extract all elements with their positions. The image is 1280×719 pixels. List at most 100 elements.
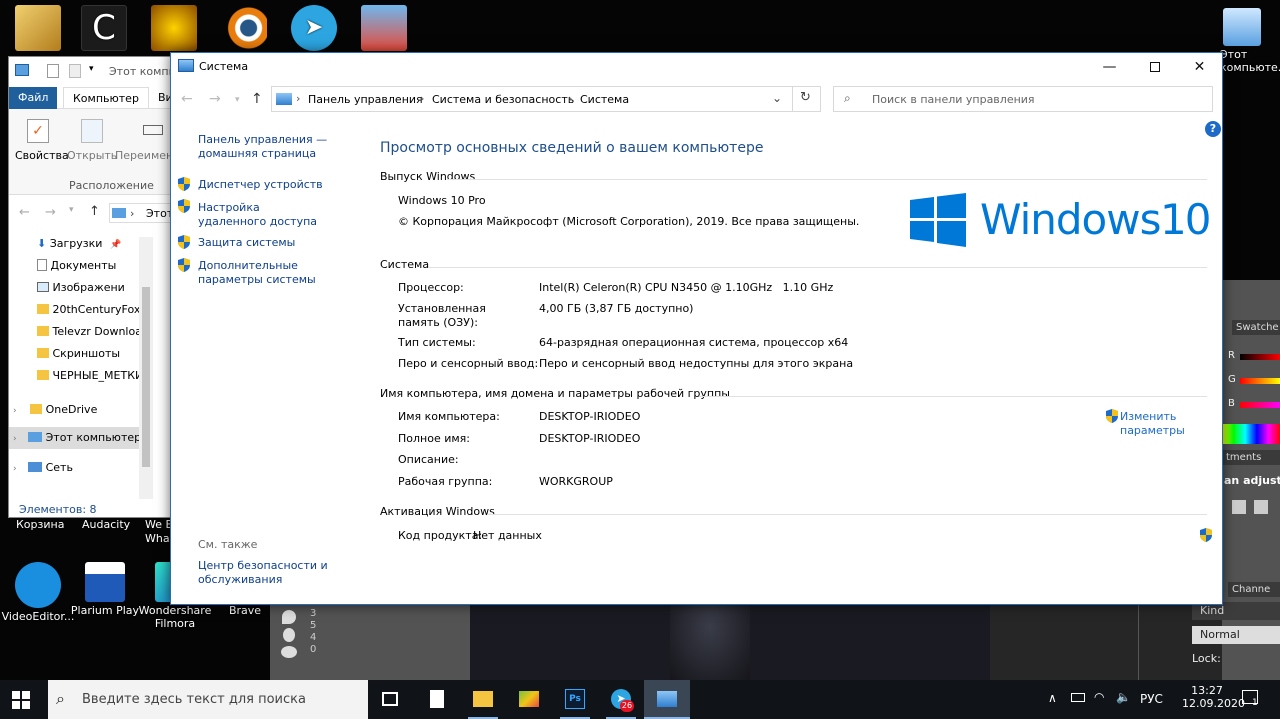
desktop-icon-fire[interactable] bbox=[136, 5, 212, 53]
system-window[interactable]: Система — ✕ ← → ▾ ↑ › Панель управления … bbox=[170, 52, 1223, 605]
device-manager-link[interactable]: Диспетчер устройств bbox=[198, 178, 338, 192]
g-slider[interactable] bbox=[1240, 378, 1280, 384]
tree-item-pictures[interactable]: Изображени bbox=[37, 277, 125, 299]
system-protection-link[interactable]: Защита системы bbox=[198, 236, 338, 250]
tab-file[interactable]: Файл bbox=[9, 87, 58, 109]
taskbar-photoshop[interactable]: Ps bbox=[552, 680, 598, 719]
tree-item-folder-3[interactable]: Скриншоты bbox=[37, 343, 120, 365]
shield-icon[interactable] bbox=[1200, 528, 1212, 542]
explorer-address[interactable]: › Этот bbox=[109, 203, 179, 223]
kind-label: Kind bbox=[1200, 604, 1225, 617]
minimize-button[interactable]: — bbox=[1087, 53, 1132, 81]
search-box[interactable]: ⌕ Поиск в панели управления bbox=[833, 86, 1213, 112]
taskbar: ⌕ Введите здесь текст для поиска Ps ➤ 26… bbox=[0, 680, 1280, 719]
scroll-thumb[interactable] bbox=[142, 287, 150, 467]
forward-arrow-icon[interactable]: → bbox=[45, 205, 56, 220]
tray-overflow-icon[interactable]: ∧ bbox=[1048, 691, 1057, 705]
control-panel-home-link[interactable]: Панель управления — домашняя страница bbox=[198, 133, 338, 161]
titlebar[interactable]: Система — ✕ bbox=[171, 53, 1222, 81]
paint-bucket-icon[interactable] bbox=[282, 610, 296, 624]
maximize-button[interactable] bbox=[1132, 53, 1177, 81]
taskbar-search-input[interactable]: Введите здесь текст для поиска bbox=[82, 692, 306, 707]
back-arrow-icon[interactable]: ← bbox=[19, 205, 30, 220]
change-settings-link[interactable]: Изменить параметры bbox=[1120, 410, 1190, 438]
refresh-icon[interactable]: ↻ bbox=[800, 90, 811, 105]
tree-item-network[interactable]: › Сеть bbox=[13, 457, 73, 479]
start-button[interactable] bbox=[12, 691, 30, 709]
up-arrow-icon[interactable]: ↑ bbox=[89, 204, 100, 219]
security-center-link[interactable]: Центр безопасности и обслуживания bbox=[198, 559, 328, 587]
explorer-window[interactable]: ▾ Этот компь Файл Компьютер Ви ✓ Свойств… bbox=[8, 56, 179, 518]
recent-dropdown-icon[interactable]: ▾ bbox=[69, 205, 74, 215]
desktop-icon-game[interactable] bbox=[0, 5, 76, 53]
tab-computer[interactable]: Компьютер bbox=[63, 87, 149, 109]
help-icon[interactable]: ? bbox=[1205, 121, 1221, 137]
taskbar-telegram[interactable]: ➤ 26 bbox=[598, 680, 644, 719]
taskbar-bluestacks[interactable] bbox=[506, 680, 552, 719]
language-indicator[interactable]: РУС bbox=[1140, 692, 1163, 706]
system-icon bbox=[657, 691, 677, 707]
desktop-icon-videoeditor[interactable]: VideoEditor... bbox=[0, 562, 76, 623]
tree-item-folder-1[interactable]: 20thCenturyFox bbox=[37, 299, 140, 321]
clock[interactable]: 13:27 12.09.2020 bbox=[1182, 684, 1245, 710]
breadcrumb-system[interactable]: Система bbox=[580, 93, 629, 106]
breadcrumb-security[interactable]: Система и безопасность bbox=[432, 93, 574, 106]
rename-button[interactable]: Переимен bbox=[115, 149, 173, 162]
section-divider bbox=[447, 179, 1207, 180]
audacity-label[interactable]: Audacity bbox=[82, 518, 130, 531]
tree-item-this-pc[interactable]: › Этот компьютер bbox=[9, 427, 149, 449]
new-folder-qa-icon[interactable] bbox=[69, 64, 81, 78]
recycle-bin-label[interactable]: Корзина bbox=[16, 518, 64, 531]
desktop-icon-avatar[interactable] bbox=[346, 5, 422, 53]
breadcrumb-control-panel[interactable]: Панель управления bbox=[308, 93, 423, 106]
advanced-settings-link[interactable]: Дополнительные параметры системы bbox=[198, 259, 358, 287]
desktop-icon-ccleaner[interactable]: C bbox=[66, 5, 142, 53]
section-divider bbox=[429, 267, 1207, 268]
channels-tab[interactable]: Channe bbox=[1228, 582, 1280, 597]
address-dropdown-icon[interactable]: ⌄ bbox=[772, 91, 782, 105]
tree-item-onedrive[interactable]: › OneDrive bbox=[13, 399, 97, 421]
search-input[interactable]: Поиск в панели управления bbox=[872, 93, 1035, 106]
swatches-tab[interactable]: Swatche bbox=[1232, 320, 1280, 335]
properties-button[interactable]: Свойства bbox=[15, 149, 69, 162]
b-slider[interactable] bbox=[1240, 402, 1280, 408]
taskbar-notepad[interactable] bbox=[414, 680, 460, 719]
remote-settings-link[interactable]: Настройка удаленного доступа bbox=[198, 201, 328, 229]
color-spectrum[interactable] bbox=[1222, 424, 1280, 444]
forward-button[interactable]: → bbox=[209, 91, 221, 107]
levels-icon[interactable] bbox=[1253, 500, 1268, 514]
desktop-icon-blender[interactable] bbox=[206, 5, 282, 53]
back-button[interactable]: ← bbox=[181, 91, 193, 107]
tree-item-folder-4[interactable]: ЧЕРНЫЕ_МЕТКИ bbox=[37, 365, 143, 387]
explorer-scrollbar[interactable] bbox=[139, 237, 153, 499]
search-icon: ⌕ bbox=[56, 689, 65, 708]
tree-item-documents[interactable]: Документы bbox=[37, 255, 116, 277]
desktop-icon-plarium[interactable]: Plarium Play bbox=[67, 562, 143, 617]
system-section-title: Система bbox=[380, 258, 430, 271]
r-slider[interactable] bbox=[1240, 354, 1280, 360]
blend-mode-select[interactable]: Normal bbox=[1192, 626, 1280, 644]
address-bar[interactable]: › Панель управления › Система и безопасн… bbox=[271, 86, 821, 112]
qa-dropdown-icon[interactable]: ▾ bbox=[89, 64, 94, 74]
taskbar-explorer[interactable] bbox=[460, 680, 506, 719]
tree-item-downloads[interactable]: ⬇ Загрузки 📌 bbox=[37, 233, 121, 255]
task-view-button[interactable] bbox=[368, 680, 414, 719]
tree-label: Televzr Downloa bbox=[52, 325, 142, 338]
up-button[interactable]: ↑ bbox=[251, 91, 263, 107]
adjustments-tab[interactable]: tments bbox=[1222, 450, 1280, 465]
recent-pages-button[interactable]: ▾ bbox=[235, 95, 240, 105]
volume-icon[interactable]: 🔈 bbox=[1116, 690, 1131, 704]
close-button[interactable]: ✕ bbox=[1177, 53, 1222, 81]
breadcrumb-sep-icon: › bbox=[296, 92, 301, 105]
battery-icon[interactable] bbox=[1071, 693, 1085, 702]
wifi-icon[interactable]: ◠ bbox=[1094, 690, 1104, 704]
sponge-icon[interactable] bbox=[281, 646, 297, 658]
brightness-icon[interactable] bbox=[1232, 500, 1246, 514]
taskbar-search[interactable]: ⌕ Введите здесь текст для поиска bbox=[48, 680, 368, 719]
desktop-icon-telegram[interactable]: ➤ bbox=[276, 5, 352, 53]
tree-item-folder-2[interactable]: Televzr Downloa bbox=[37, 321, 142, 343]
open-button[interactable]: Открыть bbox=[67, 149, 117, 162]
properties-qa-icon[interactable] bbox=[47, 64, 59, 78]
taskbar-system-window[interactable] bbox=[644, 680, 690, 719]
drop-icon[interactable] bbox=[283, 628, 295, 642]
